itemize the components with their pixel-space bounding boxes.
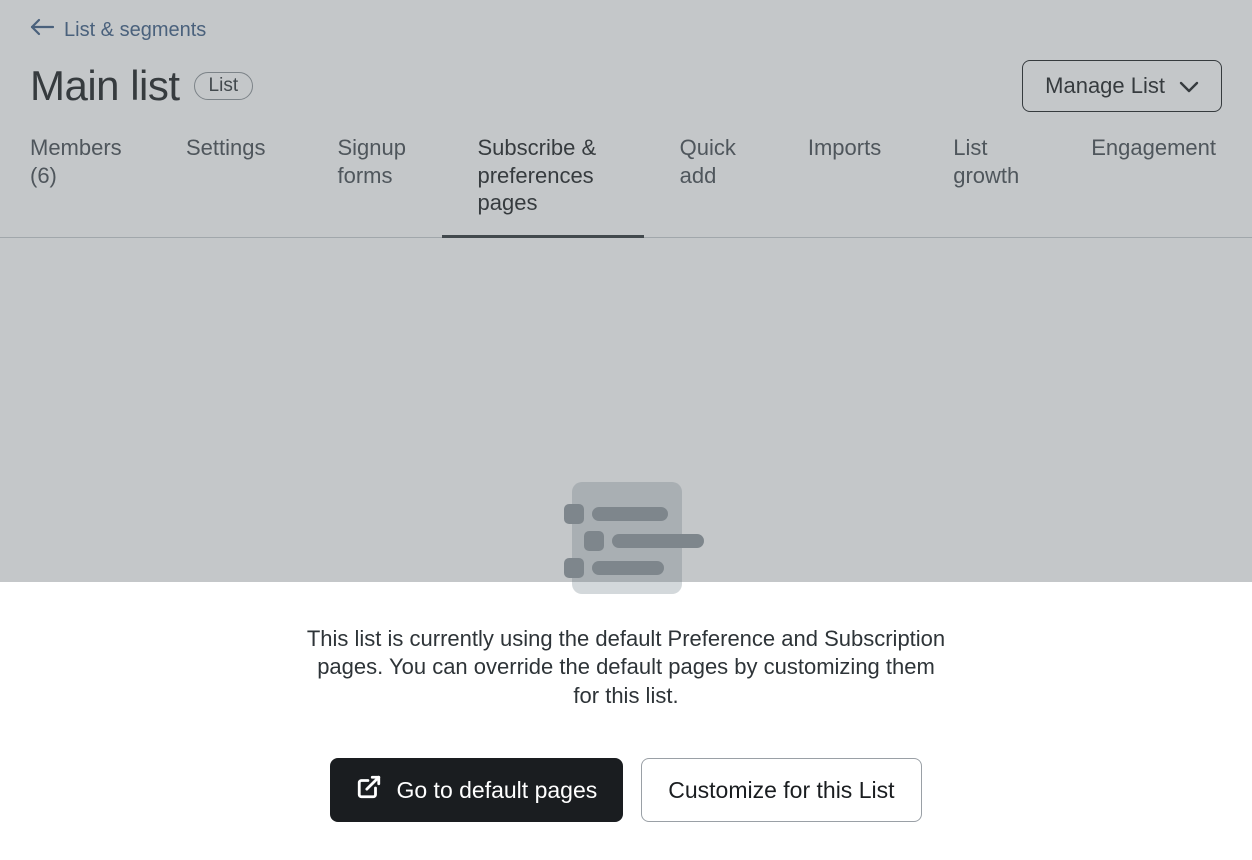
arrow-left-icon <box>30 18 54 42</box>
empty-state-icon <box>566 478 686 598</box>
tab-signup-forms[interactable]: Signup forms <box>302 134 442 207</box>
list-type-badge: List <box>194 72 254 100</box>
tab-engagement[interactable]: Engagement <box>1055 134 1252 180</box>
tabs-nav: Members (6) Settings Signup forms Subscr… <box>0 134 1252 238</box>
customize-for-list-label: Customize for this List <box>668 777 894 804</box>
tab-quick-add[interactable]: Quick add <box>644 134 772 207</box>
tab-content: This list is currently using the default… <box>0 238 1252 823</box>
action-buttons: Go to default pages Customize for this L… <box>0 758 1252 822</box>
customize-for-list-button[interactable]: Customize for this List <box>641 758 921 822</box>
tab-members[interactable]: Members (6) <box>0 134 150 207</box>
breadcrumb-back[interactable]: List & segments <box>30 18 206 42</box>
tab-imports[interactable]: Imports <box>772 134 917 180</box>
tab-subscribe-preferences[interactable]: Subscribe & preferences pages <box>442 134 644 238</box>
tab-list-growth[interactable]: List growth <box>917 134 1055 207</box>
title-left: Main list List <box>30 62 253 110</box>
breadcrumb-label: List & segments <box>64 19 206 42</box>
manage-list-label: Manage List <box>1045 73 1165 99</box>
page-title: Main list <box>30 62 180 110</box>
manage-list-button[interactable]: Manage List <box>1022 60 1222 112</box>
tab-settings[interactable]: Settings <box>150 134 302 180</box>
empty-state-message: This list is currently using the default… <box>306 625 946 711</box>
title-row: Main list List Manage List <box>30 60 1222 112</box>
external-link-icon <box>356 774 382 806</box>
go-to-default-pages-button[interactable]: Go to default pages <box>330 758 623 822</box>
chevron-down-icon <box>1179 73 1199 99</box>
go-to-default-pages-label: Go to default pages <box>396 777 597 804</box>
page-header: List & segments Main list List Manage Li… <box>0 0 1252 112</box>
